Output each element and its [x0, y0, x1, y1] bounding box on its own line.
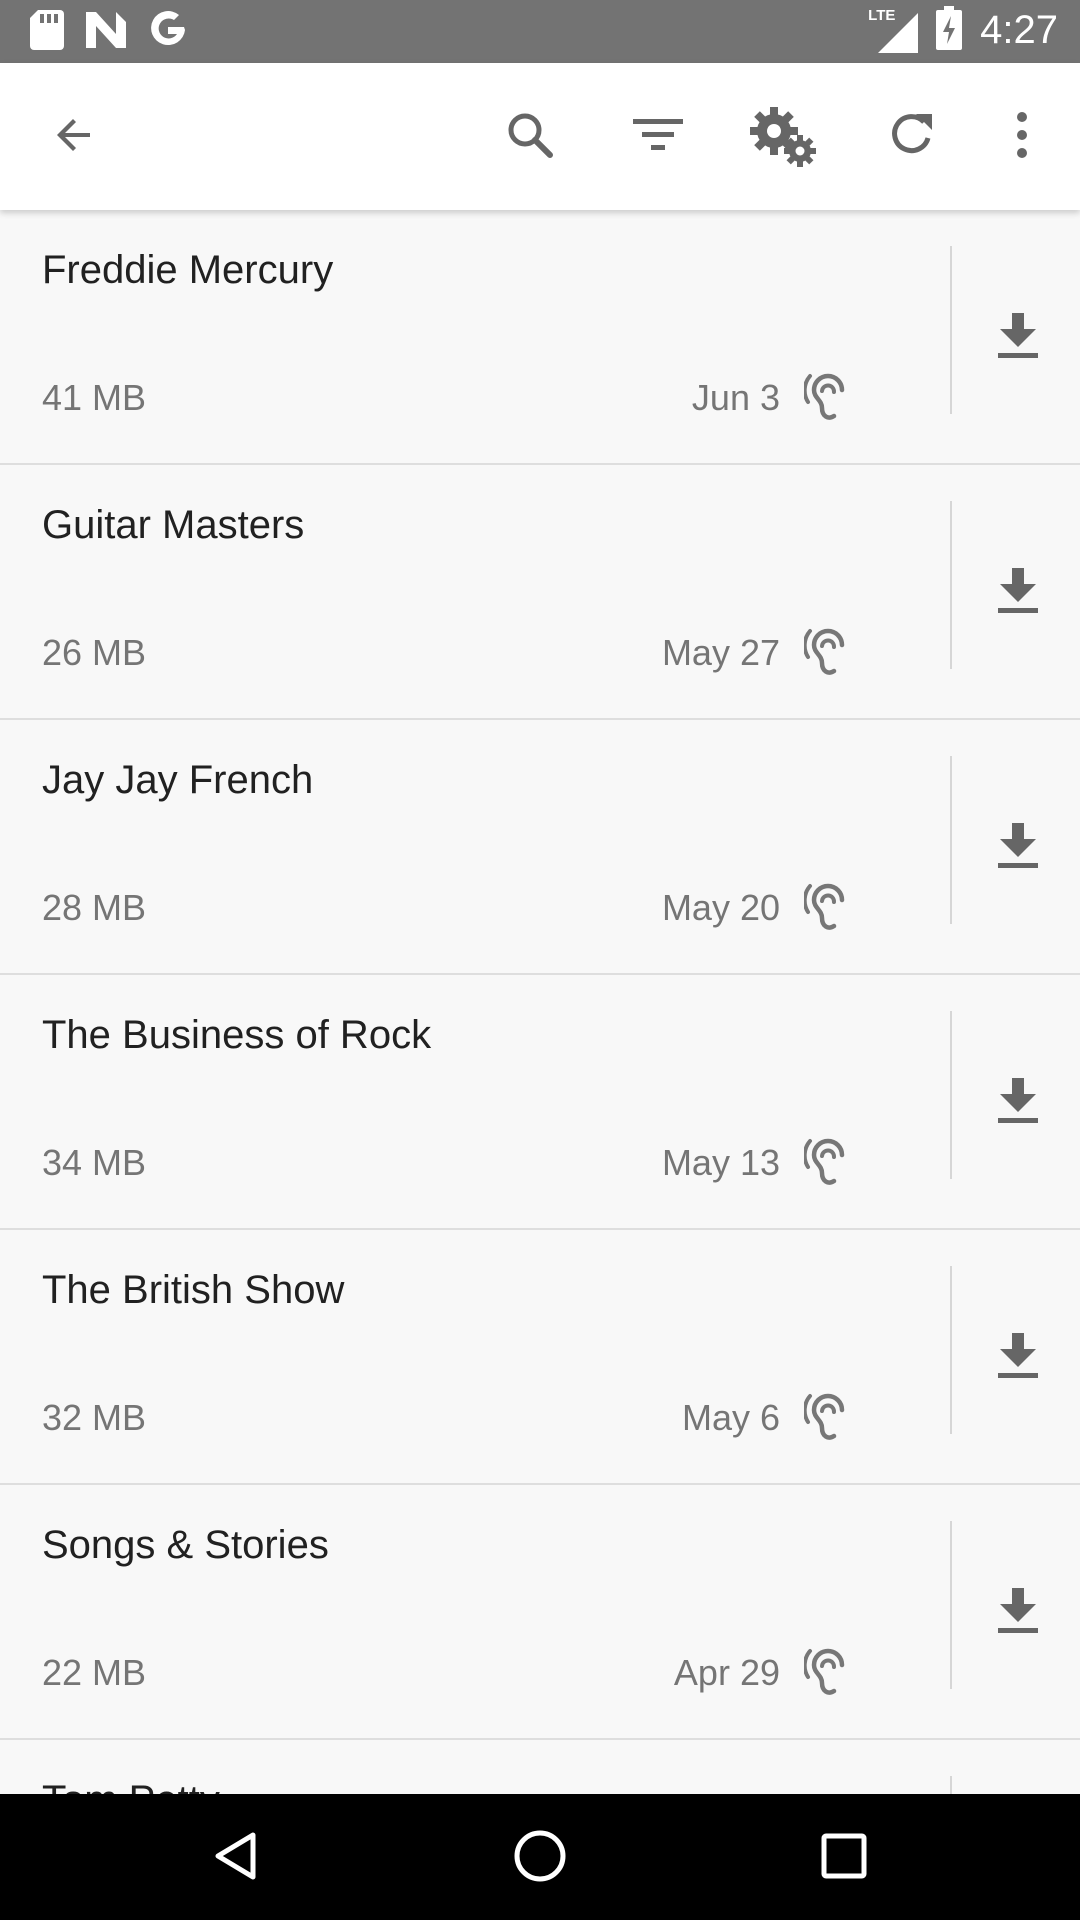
episode-title: Freddie Mercury: [42, 248, 334, 292]
hearing-icon: [802, 880, 852, 936]
episode-date: May 27: [661, 632, 780, 673]
hearing-icon: [802, 1645, 852, 1701]
n-notification-icon: [86, 12, 126, 53]
episode-size: 26 MB: [42, 632, 147, 673]
row-divider: [950, 1776, 952, 1794]
network-type-label: LTE: [868, 6, 896, 24]
recents-square-icon: [821, 1833, 867, 1884]
episode-size: 22 MB: [42, 1652, 147, 1693]
row-divider: [950, 756, 952, 924]
row-divider: [950, 1266, 952, 1434]
google-icon: [148, 10, 188, 55]
hearing-icon: [802, 1390, 852, 1446]
episode-size: 28 MB: [42, 887, 147, 928]
download-icon: [998, 1332, 1038, 1384]
home-circle-icon: [513, 1829, 567, 1888]
refresh-button[interactable]: [875, 101, 947, 173]
settings-gears-icon: [748, 101, 820, 174]
episode-date: May 6: [681, 1397, 780, 1438]
more-options-button[interactable]: [986, 101, 1058, 173]
sd-card-icon: [30, 10, 64, 55]
episode-size: 34 MB: [42, 1142, 147, 1183]
episode-row[interactable]: Jay Jay French 28 MB May 20: [0, 720, 1080, 975]
status-bar: LTE 4:27: [0, 0, 1080, 63]
hearing-icon: [802, 370, 852, 426]
episode-row[interactable]: Guitar Masters 26 MB May 27: [0, 465, 1080, 720]
download-button[interactable]: [982, 812, 1054, 884]
refresh-icon: [886, 110, 936, 165]
search-icon: [504, 109, 556, 166]
episode-row[interactable]: Tom Petty: [0, 1740, 1080, 1794]
download-icon: [998, 822, 1038, 874]
download-icon: [998, 1587, 1038, 1639]
row-divider: [950, 1011, 952, 1179]
nav-home-button[interactable]: [504, 1822, 576, 1894]
episode-title: Songs & Stories: [42, 1523, 329, 1567]
app-toolbar: [0, 63, 1080, 210]
download-button[interactable]: [982, 1322, 1054, 1394]
episode-date: May 20: [661, 887, 780, 928]
download-button[interactable]: [982, 557, 1054, 629]
episode-size: 32 MB: [42, 1397, 147, 1438]
system-nav-bar: [0, 1794, 1080, 1920]
row-divider: [950, 246, 952, 414]
episode-row[interactable]: The Business of Rock 34 MB May 13: [0, 975, 1080, 1230]
episode-title: Jay Jay French: [42, 758, 314, 802]
row-divider: [950, 501, 952, 669]
back-arrow-icon: [50, 111, 98, 164]
back-triangle-icon: [213, 1831, 259, 1886]
episode-date: May 13: [661, 1142, 780, 1183]
nav-back-button[interactable]: [200, 1822, 272, 1894]
hearing-icon: [802, 625, 852, 681]
download-icon: [998, 1077, 1038, 1129]
nav-recents-button[interactable]: [808, 1822, 880, 1894]
lte-signal-icon: LTE: [868, 7, 919, 53]
download-icon: [998, 567, 1038, 619]
episode-title: The British Show: [42, 1268, 345, 1312]
episode-row[interactable]: The British Show 32 MB May 6: [0, 1230, 1080, 1485]
hearing-icon: [802, 1135, 852, 1191]
episode-row[interactable]: Freddie Mercury 41 MB Jun 3: [0, 210, 1080, 465]
episode-row[interactable]: Songs & Stories 22 MB Apr 29: [0, 1485, 1080, 1740]
filter-button[interactable]: [622, 101, 694, 173]
clock: 4:27: [980, 8, 1058, 52]
episode-list[interactable]: Freddie Mercury 41 MB Jun 3 Guitar Maste…: [0, 210, 1080, 1794]
download-button[interactable]: [982, 302, 1054, 374]
download-icon: [998, 312, 1038, 364]
settings-button[interactable]: [748, 101, 820, 173]
row-divider: [950, 1521, 952, 1689]
search-button[interactable]: [494, 101, 566, 173]
episode-date: Jun 3: [691, 377, 780, 418]
episode-title: The Business of Rock: [42, 1013, 432, 1057]
filter-icon: [633, 115, 683, 160]
download-button[interactable]: [982, 1067, 1054, 1139]
episode-date: Apr 29: [673, 1652, 780, 1693]
more-vert-icon: [1016, 111, 1028, 163]
download-button[interactable]: [982, 1577, 1054, 1649]
episode-title: Tom Petty: [42, 1778, 220, 1794]
back-button[interactable]: [38, 101, 110, 173]
episode-size: 41 MB: [42, 377, 147, 418]
battery-charging-icon: [936, 6, 963, 55]
episode-title: Guitar Masters: [42, 503, 305, 547]
